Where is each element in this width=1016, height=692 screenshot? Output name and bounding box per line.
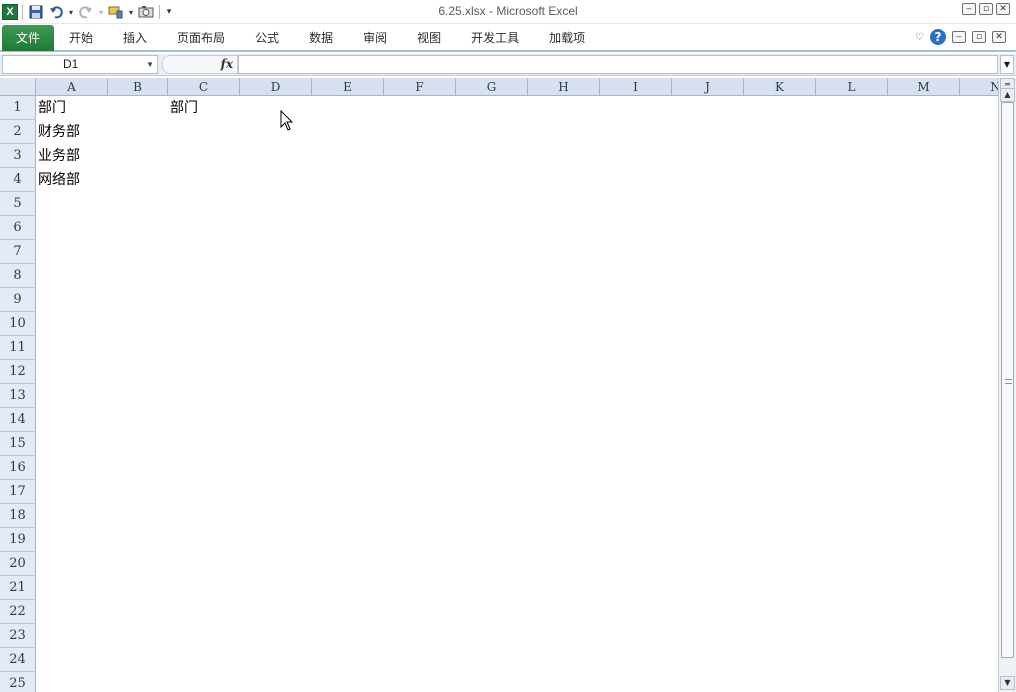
column-header-n[interactable]: N [960, 78, 998, 96]
column-header-g[interactable]: G [456, 78, 528, 96]
formula-input[interactable] [238, 55, 998, 74]
row-header-1[interactable]: 1 [0, 96, 36, 120]
row-header-17[interactable]: 17 [0, 480, 36, 504]
ribbon-tabs: 文件 开始 插入 页面布局 公式 数据 审阅 视图 开发工具 加载项 [2, 25, 600, 51]
row-header-6[interactable]: 6 [0, 216, 36, 240]
ribbon: 文件 开始 插入 页面布局 公式 数据 审阅 视图 开发工具 加载项 ♡ ? ‒… [0, 24, 1016, 52]
window-title: 6.25.xlsx - Microsoft Excel [438, 4, 578, 18]
row-header-22[interactable]: 22 [0, 600, 36, 624]
title-bar: X ▾ ▾ ▾ ▾ 6.25.xlsx - Microsoft Excel ‒ … [0, 0, 1016, 24]
selected-cell[interactable] [240, 96, 312, 120]
row-header-8[interactable]: 8 [0, 264, 36, 288]
cell-c1[interactable]: 部门 [168, 96, 198, 120]
column-header-f[interactable]: F [384, 78, 456, 96]
window-controls: ‒ ▫ ✕ [962, 3, 1010, 15]
cell-a4[interactable]: 网络部 [36, 168, 80, 192]
tab-developer[interactable]: 开发工具 [456, 25, 534, 51]
insert-function-icon[interactable]: fx [221, 57, 233, 71]
row-header-18[interactable]: 18 [0, 504, 36, 528]
row-header-4[interactable]: 4 [0, 168, 36, 192]
help-icon[interactable]: ? [930, 29, 946, 45]
row-header-21[interactable]: 21 [0, 576, 36, 600]
cell-a2[interactable]: 财务部 [36, 120, 80, 144]
formula-buttons: fx [162, 55, 238, 74]
row-header-3[interactable]: 3 [0, 144, 36, 168]
name-box[interactable]: D1 ▼ [2, 55, 158, 74]
formula-bar: D1 ▼ fx ▼ [0, 54, 1016, 76]
row-header-12[interactable]: 12 [0, 360, 36, 384]
row-header-23[interactable]: 23 [0, 624, 36, 648]
row-header-7[interactable]: 7 [0, 240, 36, 264]
row-header-16[interactable]: 16 [0, 456, 36, 480]
column-header-l[interactable]: L [816, 78, 888, 96]
column-header-c[interactable]: C [168, 78, 240, 96]
column-header-k[interactable]: K [744, 78, 816, 96]
workbook-close-icon[interactable]: ✕ [992, 31, 1006, 43]
tab-data[interactable]: 数据 [294, 25, 348, 51]
cell-a1[interactable]: 部门 [36, 96, 66, 120]
scroll-thumb[interactable] [1001, 102, 1014, 658]
row-header-15[interactable]: 15 [0, 432, 36, 456]
tab-review[interactable]: 审阅 [348, 25, 402, 51]
column-header-a[interactable]: A [36, 78, 108, 96]
tab-insert[interactable]: 插入 [108, 25, 162, 51]
cell-a3[interactable]: 业务部 [36, 144, 80, 168]
column-header-h[interactable]: H [528, 78, 600, 96]
tab-page-layout[interactable]: 页面布局 [162, 25, 240, 51]
row-header-10[interactable]: 10 [0, 312, 36, 336]
column-header-e[interactable]: E [312, 78, 384, 96]
row-header-13[interactable]: 13 [0, 384, 36, 408]
worksheet-grid[interactable]: A B C D E F G H I J K L M N 1 2 3 4 5 6 7 8 9 10 11 12 13 14 15 16 17 1… [0, 78, 998, 692]
row-header-11[interactable]: 11 [0, 336, 36, 360]
select-all-corner[interactable] [0, 78, 36, 96]
minimize-ribbon-icon[interactable]: ♡ [915, 32, 924, 43]
scroll-grip-icon [1005, 379, 1012, 384]
name-box-dropdown-icon[interactable]: ▼ [146, 56, 154, 73]
column-header-m[interactable]: M [888, 78, 960, 96]
workbook-restore-icon[interactable]: ▫ [972, 31, 986, 43]
minimize-icon[interactable]: ‒ [962, 3, 976, 15]
vertical-scrollbar[interactable]: ═ ▲ ▼ [998, 78, 1016, 692]
scroll-up-icon[interactable]: ▲ [1000, 88, 1015, 102]
workbook-minimize-icon[interactable]: ‒ [952, 31, 966, 43]
column-header-b[interactable]: B [108, 78, 168, 96]
scroll-down-icon[interactable]: ▼ [1000, 676, 1015, 690]
close-icon[interactable]: ✕ [996, 3, 1010, 15]
ribbon-controls: ♡ ? ‒ ▫ ✕ [915, 29, 1006, 45]
row-header-25[interactable]: 25 [0, 672, 36, 692]
restore-icon[interactable]: ▫ [979, 3, 993, 15]
column-header-i[interactable]: I [600, 78, 672, 96]
row-header-20[interactable]: 20 [0, 552, 36, 576]
row-header-24[interactable]: 24 [0, 648, 36, 672]
mouse-cursor-icon [280, 110, 294, 131]
tab-home[interactable]: 开始 [54, 25, 108, 51]
tab-file[interactable]: 文件 [2, 25, 55, 51]
row-header-5[interactable]: 5 [0, 192, 36, 216]
row-header-14[interactable]: 14 [0, 408, 36, 432]
expand-formula-bar-icon[interactable]: ▼ [1000, 55, 1014, 74]
tab-add-ins[interactable]: 加载项 [534, 25, 600, 51]
column-header-j[interactable]: J [672, 78, 744, 96]
tab-formulas[interactable]: 公式 [240, 25, 294, 51]
name-box-value: D1 [63, 57, 79, 71]
row-header-9[interactable]: 9 [0, 288, 36, 312]
row-header-19[interactable]: 19 [0, 528, 36, 552]
column-header-d[interactable]: D [240, 78, 312, 96]
row-header-2[interactable]: 2 [0, 120, 36, 144]
tab-view[interactable]: 视图 [402, 25, 456, 51]
